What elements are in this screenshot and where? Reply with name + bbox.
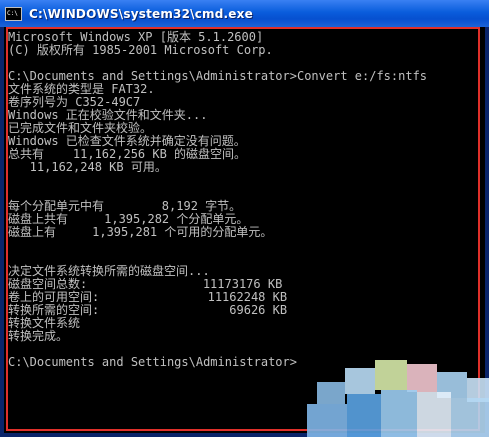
console-output: Microsoft Windows XP [版本 5.1.2600] (C) 版权… <box>8 31 427 369</box>
console-area[interactable]: Microsoft Windows XP [版本 5.1.2600] (C) 版权… <box>4 27 485 433</box>
window-title: C:\WINDOWS\system32\cmd.exe <box>29 6 253 21</box>
console-line: (C) 版权所有 1985-2001 Microsoft Corp. <box>8 43 273 57</box>
console-line: 磁盘上有 1,395,281 个可用的分配单元。 <box>8 225 273 239</box>
cmd-window: C:\ C:\WINDOWS\system32\cmd.exe Microsof… <box>0 0 489 437</box>
console-line: 11,162,248 KB 可用。 <box>8 160 167 174</box>
cmd-icon: C:\ <box>5 6 22 21</box>
console-line: 转换完成。 <box>8 329 69 343</box>
title-bar[interactable]: C:\ C:\WINDOWS\system32\cmd.exe <box>0 0 489 27</box>
console-line: C:\Documents and Settings\Administrator> <box>8 355 297 369</box>
console-line: 转换文件系统 <box>8 316 81 330</box>
